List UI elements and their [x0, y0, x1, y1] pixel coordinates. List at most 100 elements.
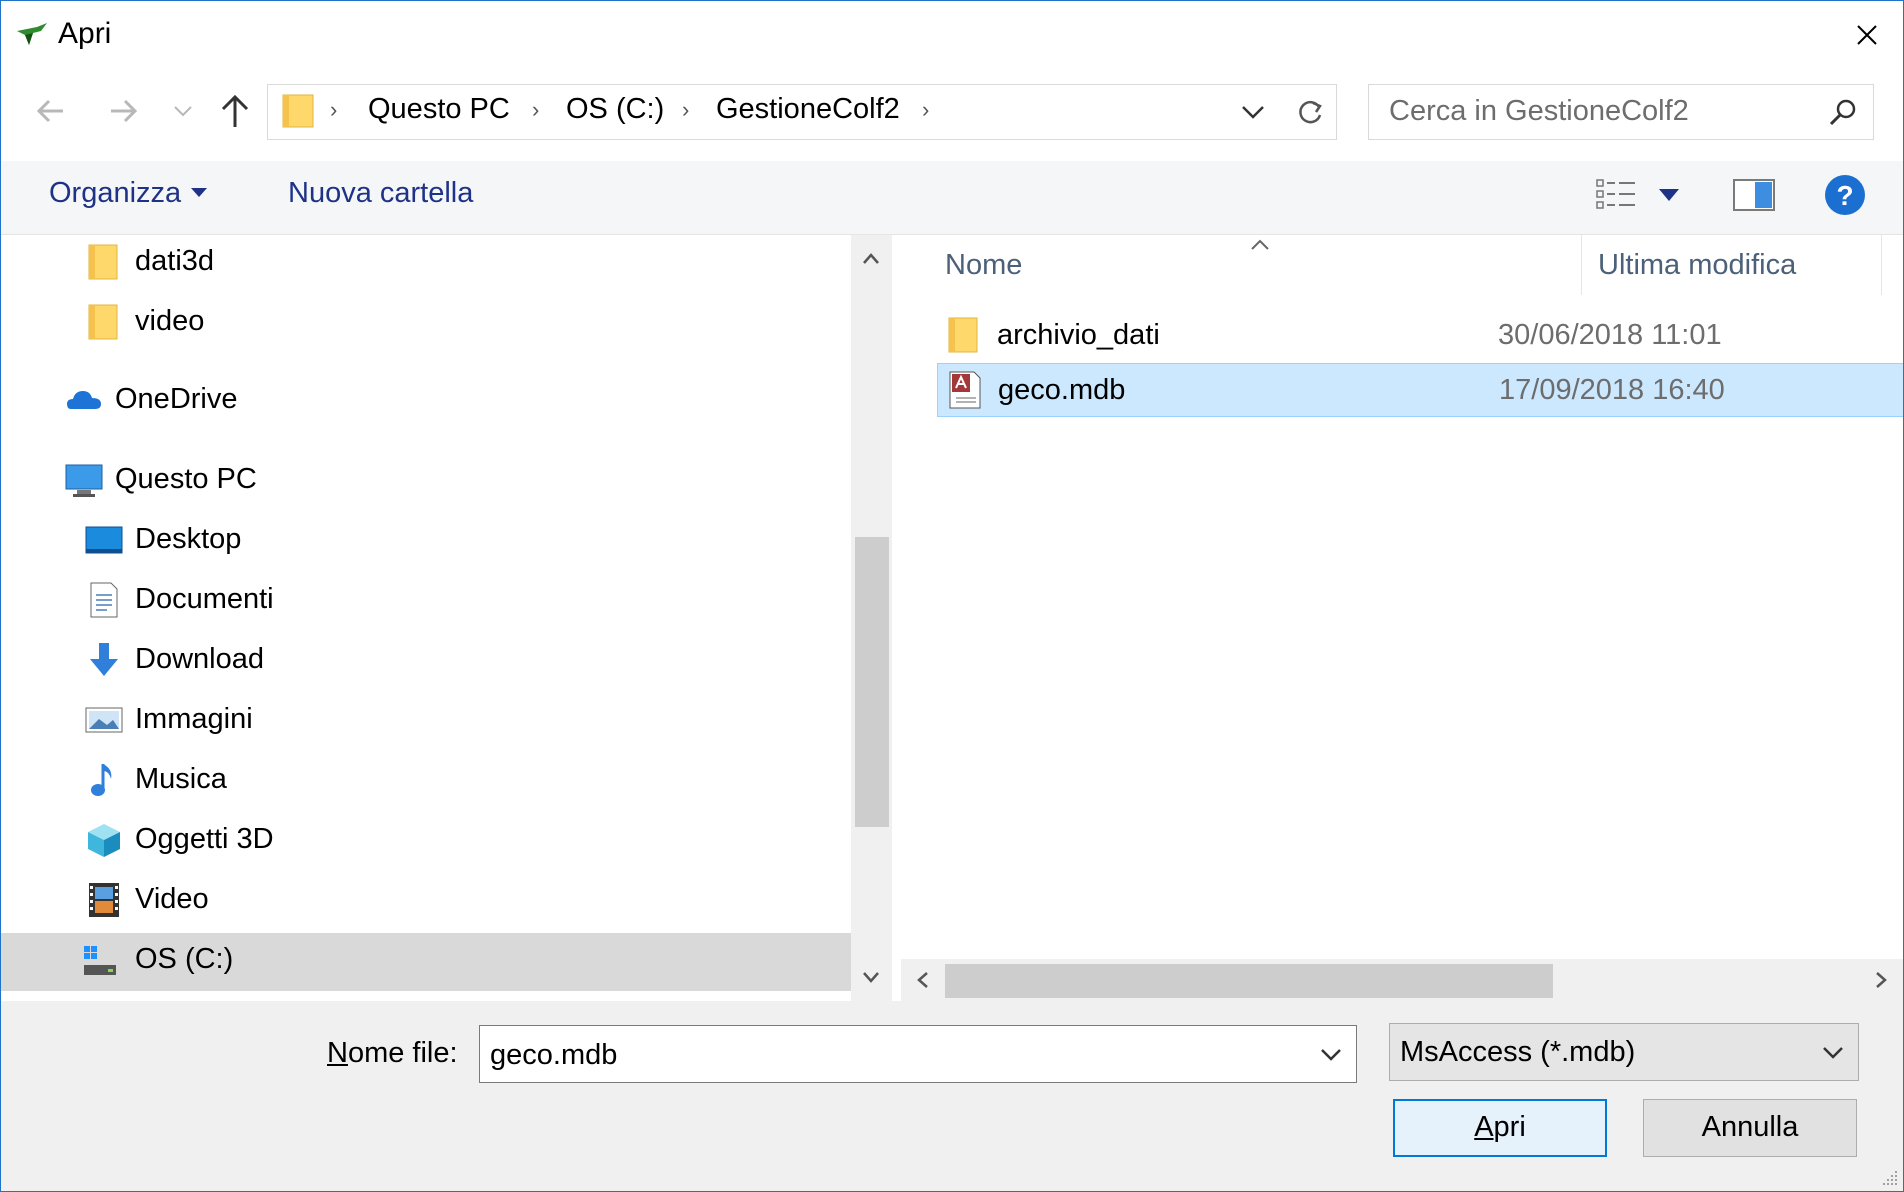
refresh-icon [1299, 100, 1322, 124]
music-icon [91, 764, 112, 796]
nav-item-label: Video [135, 883, 209, 915]
nav-item-label: Download [135, 643, 264, 675]
filename-label-mnemonic: N [327, 1037, 348, 1069]
file-modified-date: 30/06/2018 11:01 [1498, 319, 1722, 351]
folder-icon [282, 94, 314, 128]
nav-item-label: Oggetti 3D [135, 823, 274, 855]
window-title: Apri [58, 17, 112, 50]
folder-icon [88, 304, 118, 340]
scroll-right-arrow-icon[interactable] [1867, 966, 1895, 994]
chevron-down-icon[interactable] [1820, 1040, 1846, 1064]
open-button-label: pri [1493, 1111, 1526, 1143]
breadcrumb-separator-icon: › [532, 97, 540, 122]
download-icon [90, 643, 118, 676]
back-arrow-icon[interactable] [29, 89, 73, 133]
drive-icon [84, 946, 116, 975]
organize-label: Organizza [49, 177, 182, 209]
file-row-archivio-dati[interactable]: archivio_dati 30/06/2018 11:01 [937, 309, 1903, 361]
breadcrumb-separator-icon: › [682, 97, 690, 122]
objects-3d-icon [88, 824, 120, 857]
view-dropdown-caret-icon[interactable] [1657, 187, 1681, 203]
file-type-select[interactable]: MsAccess (*.mdb) [1389, 1023, 1859, 1081]
nav-item-label: OneDrive [115, 383, 238, 415]
nav-item-immagini[interactable]: Immagini [85, 693, 785, 751]
title-bar: Apri [1, 1, 1903, 71]
dialog-footer: Nome file: MsAccess (*.mdb) Apri Annulla [1, 1001, 1903, 1191]
file-name: geco.mdb [998, 374, 1126, 406]
nav-item-oggetti-3d[interactable]: Oggetti 3D [85, 813, 785, 871]
preview-pane-icon[interactable] [1733, 179, 1775, 211]
scroll-left-arrow-icon[interactable] [909, 966, 937, 994]
desktop-icon [85, 526, 123, 554]
column-divider[interactable] [1881, 235, 1882, 295]
scroll-up-arrow-icon[interactable] [857, 245, 885, 273]
resize-grip-icon[interactable] [1881, 1169, 1899, 1187]
nav-item-label: dati3d [135, 245, 215, 277]
nav-item-documenti[interactable]: Documenti [85, 573, 785, 631]
nav-item-os-c[interactable]: OS (C:) [1, 933, 851, 991]
nav-item-label: Immagini [135, 703, 253, 735]
recent-locations-chevron-icon[interactable] [169, 89, 197, 133]
file-name: archivio_dati [997, 319, 1160, 351]
breadcrumb-separator-icon[interactable]: › [922, 97, 929, 123]
scroll-down-arrow-icon[interactable] [857, 963, 885, 991]
nav-item-label: Desktop [135, 523, 242, 555]
refresh-button[interactable] [1284, 84, 1337, 140]
computer-icon [65, 464, 103, 497]
column-header-ultima-modifica[interactable]: Ultima modifica [1598, 249, 1796, 282]
nav-item-download[interactable]: Download [85, 633, 785, 691]
address-bar[interactable]: › Questo PC › OS (C:) › GestioneColf2 › [267, 84, 1285, 140]
search-icon[interactable] [1827, 97, 1859, 129]
search-box[interactable]: Cerca in GestioneColf2 [1368, 84, 1874, 140]
nav-item-label: Documenti [135, 583, 274, 615]
video-icon [89, 883, 119, 917]
column-header-nome[interactable]: Nome [945, 249, 1022, 282]
organize-menu-button[interactable]: Organizza [49, 177, 208, 210]
breadcrumb-os-c[interactable]: OS (C:) [566, 93, 664, 126]
nav-item-video-folder[interactable]: video [85, 295, 785, 353]
file-list: Nome Ultima modifica archivio_dati 30/06… [901, 235, 1903, 1001]
folder-icon [88, 244, 118, 280]
app-bird-icon [17, 23, 47, 45]
navigation-pane: dati3d video OneDrive Questo PC Desktop … [1, 235, 851, 1001]
sort-ascending-chevron-icon [1251, 239, 1269, 250]
chevron-down-icon[interactable] [1318, 1042, 1344, 1066]
onedrive-icon [67, 391, 101, 409]
open-file-dialog: Apri › Questo PC › OS (C:) › GestioneCol… [0, 0, 1904, 1192]
cancel-button[interactable]: Annulla [1643, 1099, 1857, 1157]
navigation-pane-scrollbar[interactable] [851, 235, 891, 1001]
nav-item-label: Musica [135, 763, 227, 795]
nav-item-label: OS (C:) [135, 943, 234, 975]
pictures-icon [85, 707, 123, 733]
column-divider[interactable] [1581, 235, 1582, 295]
nav-item-musica[interactable]: Musica [85, 753, 785, 811]
help-icon[interactable]: ? [1823, 173, 1867, 217]
breadcrumb-questo-pc[interactable]: Questo PC [368, 93, 510, 126]
folder-icon [948, 317, 978, 353]
nav-item-onedrive[interactable]: OneDrive [65, 373, 785, 431]
filename-combobox[interactable] [479, 1025, 1357, 1083]
nav-item-dati3d[interactable]: dati3d [85, 235, 785, 293]
new-folder-button[interactable]: Nuova cartella [288, 177, 473, 210]
up-arrow-icon[interactable] [213, 89, 257, 133]
nav-item-questo-pc[interactable]: Questo PC [65, 453, 785, 511]
access-db-icon [949, 371, 981, 409]
breadcrumb-gestionecolf2[interactable]: GestioneColf2 [716, 93, 900, 126]
open-button[interactable]: Apri [1393, 1099, 1607, 1157]
search-input[interactable]: Cerca in GestioneColf2 [1389, 95, 1689, 128]
nav-item-desktop[interactable]: Desktop [85, 513, 785, 571]
caret-down-icon [191, 188, 208, 197]
file-list-horizontal-scrollbar[interactable] [901, 959, 1903, 1001]
nav-item-video[interactable]: Video [85, 873, 785, 931]
forward-arrow-icon[interactable] [101, 89, 145, 133]
nav-item-label: Questo PC [115, 463, 257, 495]
scrollbar-thumb[interactable] [945, 964, 1553, 998]
file-row-geco-mdb[interactable]: geco.mdb 17/09/2018 16:40 [937, 363, 1903, 417]
scrollbar-thumb[interactable] [855, 537, 889, 827]
address-dropdown-chevron-icon[interactable] [1238, 99, 1268, 125]
view-options-icon[interactable] [1595, 177, 1639, 211]
file-modified-date: 17/09/2018 16:40 [1499, 374, 1725, 406]
close-icon[interactable] [1847, 15, 1887, 55]
nav-item-label: video [135, 305, 205, 337]
filename-field[interactable] [488, 1034, 1292, 1076]
